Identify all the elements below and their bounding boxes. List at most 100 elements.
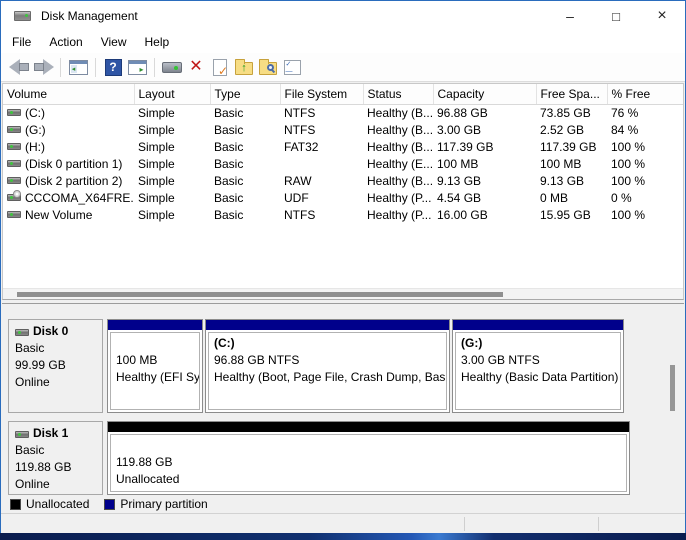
- window-controls: – □ ×: [547, 1, 685, 31]
- cell-freespace: 73.85 GB: [536, 104, 607, 121]
- column-header-filesystem[interactable]: File System: [280, 84, 363, 104]
- menu-action[interactable]: Action: [40, 33, 91, 51]
- vertical-scrollbar[interactable]: [666, 304, 678, 497]
- volume-name: CCCOMA_X64FRE...: [25, 191, 134, 205]
- cell-filesystem: RAW: [280, 172, 363, 189]
- cell-filesystem: UDF: [280, 189, 363, 206]
- cell-type: Basic: [210, 121, 280, 138]
- partition-c[interactable]: (C:) 96.88 GB NTFS Healthy (Boot, Page F…: [205, 319, 450, 413]
- cell-pctfree: 76 %: [607, 104, 683, 121]
- partition-color-band: [206, 320, 449, 330]
- table-header-row: Volume Layout Type File System Status Ca…: [3, 84, 683, 104]
- column-header-pctfree[interactable]: % Free: [607, 84, 683, 104]
- toolbar-separator: [95, 58, 96, 77]
- partition-status: Healthy (Basic Data Partition): [461, 369, 615, 386]
- cell-freespace: 9.13 GB: [536, 172, 607, 189]
- toolbar-separator: [154, 58, 155, 77]
- partition-efi[interactable]: 100 MB Healthy (EFI Sys: [107, 319, 203, 413]
- disk-0-label[interactable]: Disk 0 Basic 99.99 GB Online: [8, 319, 103, 413]
- disk-0-row: Disk 0 Basic 99.99 GB Online 100 MB Heal…: [8, 319, 624, 413]
- column-header-volume[interactable]: Volume: [3, 84, 134, 104]
- status-bar-separator: [598, 517, 599, 531]
- cell-capacity: 4.54 GB: [433, 189, 536, 206]
- maximize-button[interactable]: □: [593, 1, 639, 31]
- table-row[interactable]: (Disk 2 partition 2) Simple Basic RAW He…: [3, 172, 683, 189]
- cell-filesystem: [280, 155, 363, 172]
- forward-icon[interactable]: [31, 56, 55, 78]
- partition-letter: [116, 437, 621, 454]
- partition-unallocated[interactable]: 119.88 GB Unallocated: [107, 421, 630, 495]
- partition-letter: [116, 335, 194, 352]
- horizontal-scrollbar[interactable]: [3, 288, 683, 299]
- partition-g[interactable]: (G:) 3.00 GB NTFS Healthy (Basic Data Pa…: [452, 319, 624, 413]
- disk-size: 99.99 GB: [15, 357, 96, 374]
- drive-icon: [7, 175, 21, 186]
- horizontal-scrollbar-thumb[interactable]: [17, 292, 503, 297]
- vertical-scrollbar-thumb[interactable]: [670, 365, 675, 411]
- mark-partition-icon[interactable]: ✓: [208, 56, 232, 78]
- minimize-button[interactable]: –: [547, 1, 593, 31]
- folder-search-icon[interactable]: [256, 56, 280, 78]
- show-action-pane-icon[interactable]: ▸: [125, 56, 149, 78]
- cell-freespace: 100 MB: [536, 155, 607, 172]
- table-row[interactable]: (G:) Simple Basic NTFS Healthy (B... 3.0…: [3, 121, 683, 138]
- table-row[interactable]: CCCOMA_X64FRE... Simple Basic UDF Health…: [3, 189, 683, 206]
- cell-filesystem: NTFS: [280, 121, 363, 138]
- disk-management-app-icon: [14, 9, 32, 23]
- column-header-freespace[interactable]: Free Spa...: [536, 84, 607, 104]
- disk-graph-pane: Disk 0 Basic 99.99 GB Online 100 MB Heal…: [2, 303, 684, 512]
- column-header-status[interactable]: Status: [363, 84, 433, 104]
- disk-size: 119.88 GB: [15, 459, 96, 476]
- help-icon[interactable]: ?: [101, 56, 125, 78]
- menu-help[interactable]: Help: [136, 33, 179, 51]
- disk-1-label[interactable]: Disk 1 Basic 119.88 GB Online: [8, 421, 103, 495]
- view-options-icon[interactable]: ✓ — ✓ —: [280, 56, 304, 78]
- cell-status: Healthy (P...: [363, 206, 433, 223]
- partition-status: Healthy (Boot, Page File, Crash Dump, Ba…: [214, 369, 441, 386]
- cell-filesystem: NTFS: [280, 206, 363, 223]
- window-title: Disk Management: [41, 9, 138, 23]
- table-row[interactable]: (Disk 0 partition 1) Simple Basic Health…: [3, 155, 683, 172]
- partition-size: 3.00 GB NTFS: [461, 352, 615, 369]
- volume-name: (H:): [25, 140, 45, 154]
- cell-pctfree: 84 %: [607, 121, 683, 138]
- menu-file[interactable]: File: [3, 33, 40, 51]
- cell-freespace: 117.39 GB: [536, 138, 607, 155]
- column-header-type[interactable]: Type: [210, 84, 280, 104]
- back-icon[interactable]: [7, 56, 31, 78]
- drive-icon: [7, 158, 21, 169]
- column-header-capacity[interactable]: Capacity: [433, 84, 536, 104]
- cell-layout: Simple: [134, 121, 210, 138]
- partition-letter: (G:): [461, 335, 615, 352]
- partition-status: Healthy (EFI Sys: [116, 369, 194, 386]
- status-bar-separator: [464, 517, 465, 531]
- cell-layout: Simple: [134, 189, 210, 206]
- cell-status: Healthy (B...: [363, 172, 433, 189]
- desktop-background: [0, 533, 686, 540]
- drive-icon: [7, 107, 21, 118]
- table-row[interactable]: (H:) Simple Basic FAT32 Healthy (B... 11…: [3, 138, 683, 155]
- disk-name: Disk 0: [33, 323, 68, 340]
- cell-layout: Simple: [134, 138, 210, 155]
- cell-freespace: 15.95 GB: [536, 206, 607, 223]
- column-header-layout[interactable]: Layout: [134, 84, 210, 104]
- cell-capacity: 117.39 GB: [433, 138, 536, 155]
- partition-size: 96.88 GB NTFS: [214, 352, 441, 369]
- volume-name: (C:): [25, 106, 45, 120]
- close-button[interactable]: ×: [639, 1, 685, 31]
- cell-layout: Simple: [134, 206, 210, 223]
- cell-filesystem: NTFS: [280, 104, 363, 121]
- cell-type: Basic: [210, 104, 280, 121]
- cell-freespace: 2.52 GB: [536, 121, 607, 138]
- drive-icon: [7, 141, 21, 152]
- delete-volume-icon[interactable]: ✕: [184, 56, 208, 78]
- table-row[interactable]: New Volume Simple Basic NTFS Healthy (P.…: [3, 206, 683, 223]
- toolbar: ◂ ? ▸ ✕ ✓ ↑ ✓ — ✓ —: [1, 53, 685, 82]
- folder-up-icon[interactable]: ↑: [232, 56, 256, 78]
- show-console-tree-icon[interactable]: ◂: [66, 56, 90, 78]
- menu-view[interactable]: View: [92, 33, 136, 51]
- device-viewer-icon[interactable]: [160, 56, 184, 78]
- table-row[interactable]: (C:) Simple Basic NTFS Healthy (B... 96.…: [3, 104, 683, 121]
- cell-pctfree: 100 %: [607, 172, 683, 189]
- cell-status: Healthy (B...: [363, 121, 433, 138]
